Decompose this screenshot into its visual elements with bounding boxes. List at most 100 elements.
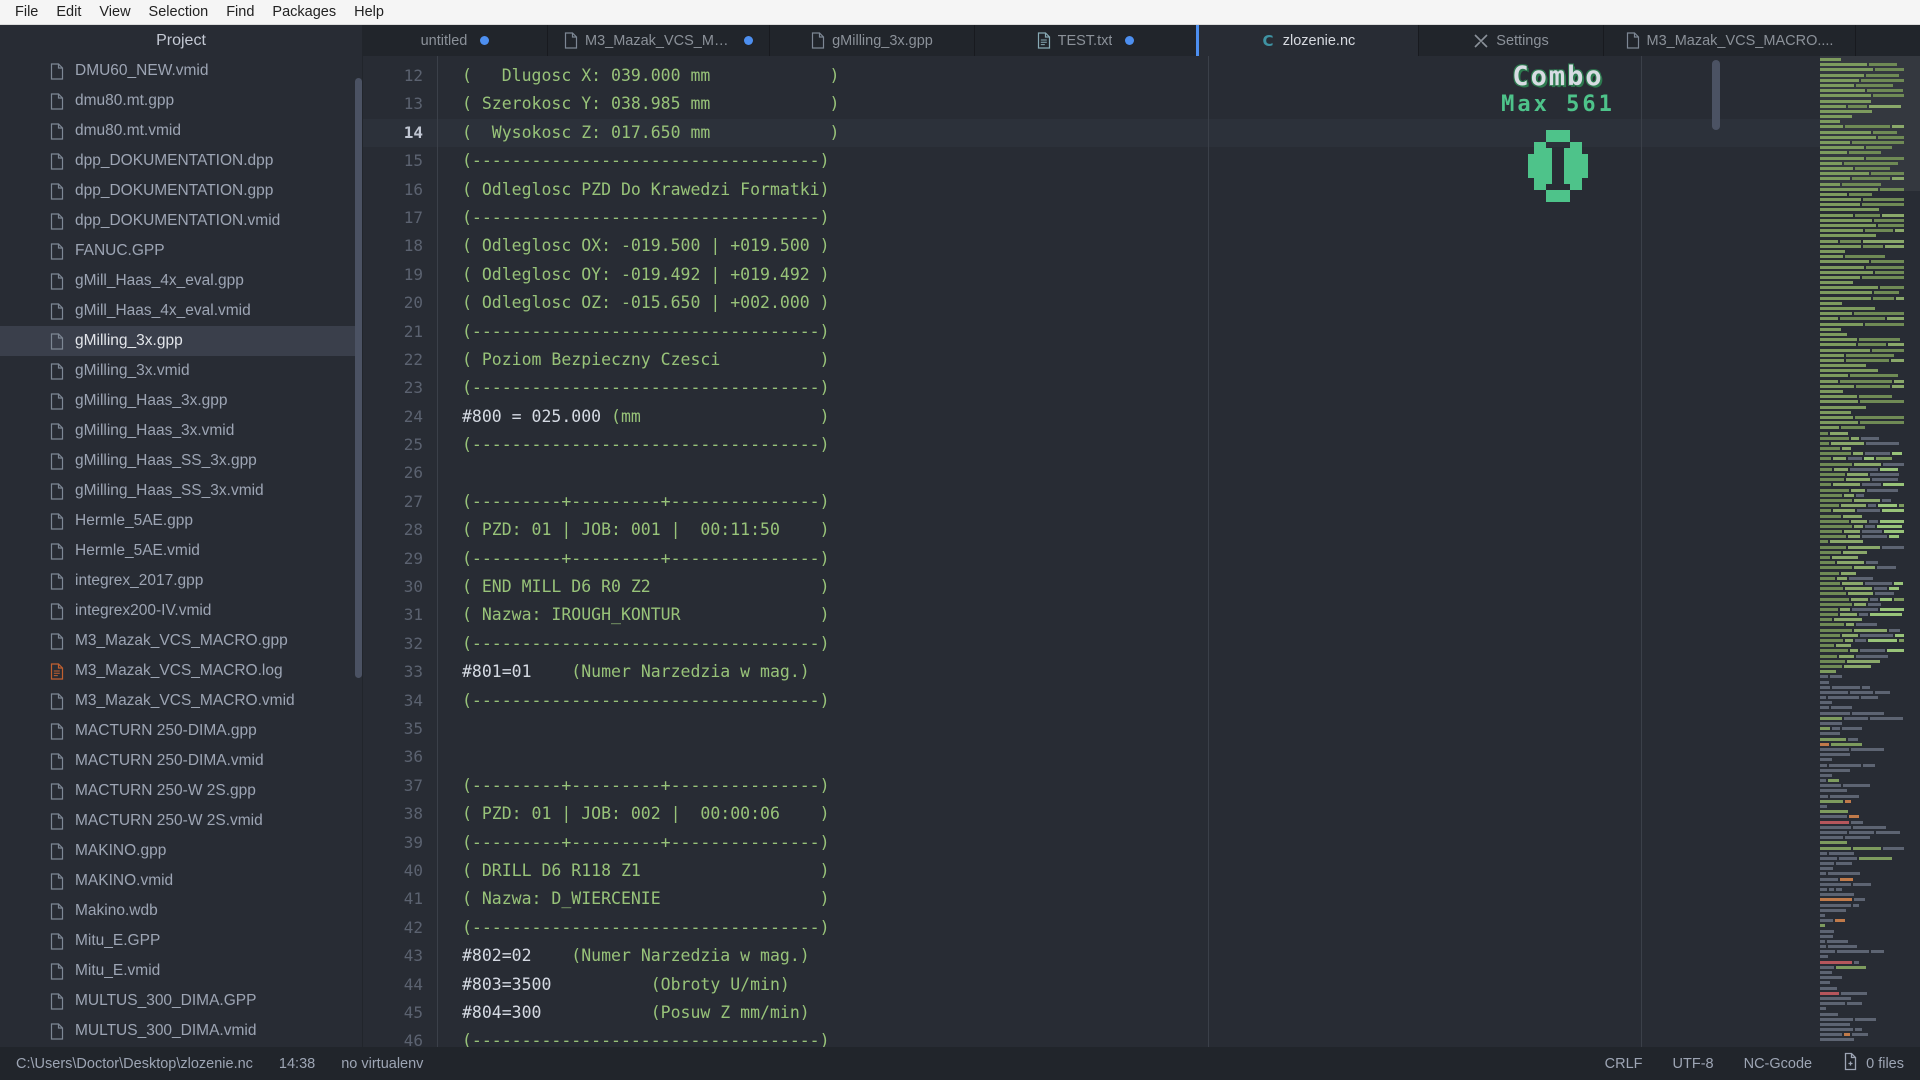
file-list-item[interactable]: gMilling_3x.vmid (0, 356, 362, 386)
code-line[interactable]: ( Odleglosc PZD Do Krawedzi Formatki) (437, 176, 1820, 204)
status-file-path[interactable]: C:\Users\Doctor\Desktop\zlozenie.nc (16, 1056, 253, 1072)
code-line[interactable]: (-----------------------------------) (437, 630, 1820, 658)
file-list-item[interactable]: Mitu_E.vmid (0, 956, 362, 986)
status-line-ending[interactable]: CRLF (1605, 1056, 1643, 1072)
file-list-item[interactable]: MAKINO.gpp (0, 836, 362, 866)
status-grammar[interactable]: NC-Gcode (1744, 1056, 1813, 1072)
editor-tab[interactable]: Settings (1419, 25, 1604, 56)
code-line[interactable]: ( Nazwa: IROUGH_KONTUR ) (437, 601, 1820, 629)
status-git-files[interactable]: 0 files (1842, 1052, 1904, 1075)
code-line[interactable]: ( Odleglosc OX: -019.500 | +019.500 ) (437, 232, 1820, 260)
code-line[interactable]: #801=01 (Numer Narzedzia w mag.) (437, 658, 1820, 686)
status-virtualenv[interactable]: no virtualenv (341, 1056, 423, 1072)
code-line[interactable]: ( Odleglosc OZ: -015.650 | +002.000 ) (437, 289, 1820, 317)
menu-item-packages[interactable]: Packages (263, 1, 345, 23)
code-line[interactable]: (---------+---------+---------------) (437, 829, 1820, 857)
code-line[interactable]: (-----------------------------------) (437, 914, 1820, 942)
file-list-item[interactable]: gMilling_Haas_SS_3x.vmid (0, 476, 362, 506)
code-line[interactable]: #800 = 025.000 (mm ) (437, 403, 1820, 431)
code-line[interactable]: ( END MILL D6 R0 Z2 ) (437, 573, 1820, 601)
code-scroll-region[interactable]: 12 13 14 15 16 17 18 19 20 21 22 23 24 25 26 27 28 29 30 31… (363, 56, 1820, 1047)
code-line[interactable]: #803=3500 (Obroty U/min) (437, 971, 1820, 999)
file-list-item[interactable]: Hermle_5AE.gpp (0, 506, 362, 536)
tab-modified-indicator[interactable] (480, 36, 489, 45)
file-list-item[interactable]: integrex200-IV.vmid (0, 596, 362, 626)
code-line[interactable]: (-----------------------------------) (437, 431, 1820, 459)
editor-tab[interactable]: TEST.txt (975, 25, 1197, 56)
code-line[interactable]: (-----------------------------------) (437, 1027, 1820, 1047)
tab-modified-indicator[interactable] (744, 36, 753, 45)
code-line[interactable]: ( Wysokosc Z: 017.650 mm ) (437, 119, 1820, 147)
code-line[interactable]: (---------+---------+---------------) (437, 772, 1820, 800)
file-list-item[interactable]: dmu80.mt.gpp (0, 86, 362, 116)
file-list-item[interactable]: M3_Mazak_VCS_MACRO.vmid (0, 686, 362, 716)
editor-tab[interactable]: gMilling_3x.gpp (770, 25, 975, 56)
file-list-item[interactable]: gMilling_Haas_SS_3x.gpp (0, 446, 362, 476)
code-line[interactable]: ( DRILL D6 R118 Z1 ) (437, 857, 1820, 885)
file-list-item[interactable]: Makino.wdb (0, 896, 362, 926)
file-list-item[interactable]: integrex_2017.gpp (0, 566, 362, 596)
code-line[interactable]: (-----------------------------------) (437, 204, 1820, 232)
code-line[interactable] (437, 715, 1820, 743)
code-line[interactable]: (-----------------------------------) (437, 318, 1820, 346)
file-list-item[interactable]: gMilling_Haas_3x.vmid (0, 416, 362, 446)
code-line[interactable] (437, 459, 1820, 487)
file-list-item[interactable]: dpp_DOKUMENTATION.dpp (0, 146, 362, 176)
file-list-item[interactable]: dmu80.mt.vmid (0, 116, 362, 146)
code-line[interactable]: #802=02 (Numer Narzedzia w mag.) (437, 942, 1820, 970)
file-list-item[interactable]: gMilling_3x.gpp (0, 326, 362, 356)
file-list-item[interactable]: gMill_Haas_4x_eval.vmid (0, 296, 362, 326)
file-list-item[interactable]: FANUC.GPP (0, 236, 362, 266)
file-list-item[interactable]: MACTURN 250-DIMA.gpp (0, 716, 362, 746)
menu-item-find[interactable]: Find (217, 1, 263, 23)
file-list-item[interactable]: Mitu_E.GPP (0, 926, 362, 956)
file-list-item[interactable]: MULTUS_300_DIMA.GPP (0, 986, 362, 1016)
file-list-item[interactable]: MACTURN 250-W 2S.vmid (0, 806, 362, 836)
file-list-item-label: MAKINO.vmid (75, 872, 173, 890)
minimap[interactable] (1820, 56, 1920, 1047)
file-list-item[interactable]: M3_Mazak_VCS_MACRO.log (0, 656, 362, 686)
file-list-item[interactable]: DMU60_NEW.vmid (0, 56, 362, 86)
minimap-row (1820, 623, 1920, 627)
code-line[interactable]: ( PZD: 01 | JOB: 001 | 00:11:50 ) (437, 516, 1820, 544)
file-list-item[interactable]: dpp_DOKUMENTATION.gpp (0, 176, 362, 206)
editor-vertical-scrollbar[interactable] (1712, 60, 1720, 130)
menu-item-help[interactable]: Help (345, 1, 393, 23)
code-line[interactable]: #804=300 (Posuw Z mm/min) (437, 999, 1820, 1027)
file-list-item[interactable]: dpp_DOKUMENTATION.vmid (0, 206, 362, 236)
code-text[interactable]: ( Dlugosc X: 039.000 mm ) ( Szerokosc Y: … (437, 56, 1820, 1047)
tab-modified-indicator[interactable] (1125, 36, 1134, 45)
editor-tab[interactable]: M3_Mazak_VCS_MACRO.... (1604, 25, 1856, 56)
code-line[interactable]: (---------+---------+---------------) (437, 488, 1820, 516)
file-list-item[interactable]: MACTURN 250-W 2S.gpp (0, 776, 362, 806)
menu-item-file[interactable]: File (6, 1, 47, 23)
code-line[interactable]: ( Odleglosc OY: -019.492 | +019.492 ) (437, 261, 1820, 289)
file-list-item[interactable]: gMill_Haas_4x_eval.gpp (0, 266, 362, 296)
code-line[interactable] (437, 743, 1820, 771)
sidebar-scrollbar[interactable] (355, 56, 362, 716)
file-list-item[interactable]: MULTUS_300_DIMA.vmid (0, 1016, 362, 1046)
file-list-item[interactable]: MACTURN 250-DIMA.vmid (0, 746, 362, 776)
code-line[interactable]: ( Dlugosc X: 039.000 mm ) (437, 62, 1820, 90)
file-list-item[interactable]: MAKINO.vmid (0, 866, 362, 896)
code-line[interactable]: (-----------------------------------) (437, 687, 1820, 715)
status-encoding[interactable]: UTF-8 (1673, 1056, 1714, 1072)
file-list-item[interactable]: M3_Mazak_VCS_MACRO.gpp (0, 626, 362, 656)
project-file-list[interactable]: DMU60_NEW.vmid dmu80.mt.gpp dmu80.mt.vmid d… (0, 56, 362, 1047)
code-line[interactable]: (---------+---------+---------------) (437, 545, 1820, 573)
minimap-row (1820, 349, 1920, 353)
file-list-item[interactable]: Hermle_5AE.vmid (0, 536, 362, 566)
menu-item-selection[interactable]: Selection (140, 1, 218, 23)
file-list-item[interactable]: gMilling_Haas_3x.gpp (0, 386, 362, 416)
code-line[interactable]: ( Szerokosc Y: 038.985 mm ) (437, 90, 1820, 118)
editor-tab[interactable]: Czlozenie.nc (1197, 25, 1419, 56)
menu-item-view[interactable]: View (90, 1, 139, 23)
code-line[interactable]: ( Poziom Bezpieczny Czesci ) (437, 346, 1820, 374)
editor-tab[interactable]: M3_Mazak_VCS_MACR( (548, 25, 770, 56)
code-line[interactable]: ( PZD: 01 | JOB: 002 | 00:00:06 ) (437, 800, 1820, 828)
code-line[interactable]: (-----------------------------------) (437, 374, 1820, 402)
code-line[interactable]: (-----------------------------------) (437, 147, 1820, 175)
menu-item-edit[interactable]: Edit (47, 1, 90, 23)
editor-tab[interactable]: untitled (363, 25, 548, 56)
code-line[interactable]: ( Nazwa: D_WIERCENIE ) (437, 885, 1820, 913)
